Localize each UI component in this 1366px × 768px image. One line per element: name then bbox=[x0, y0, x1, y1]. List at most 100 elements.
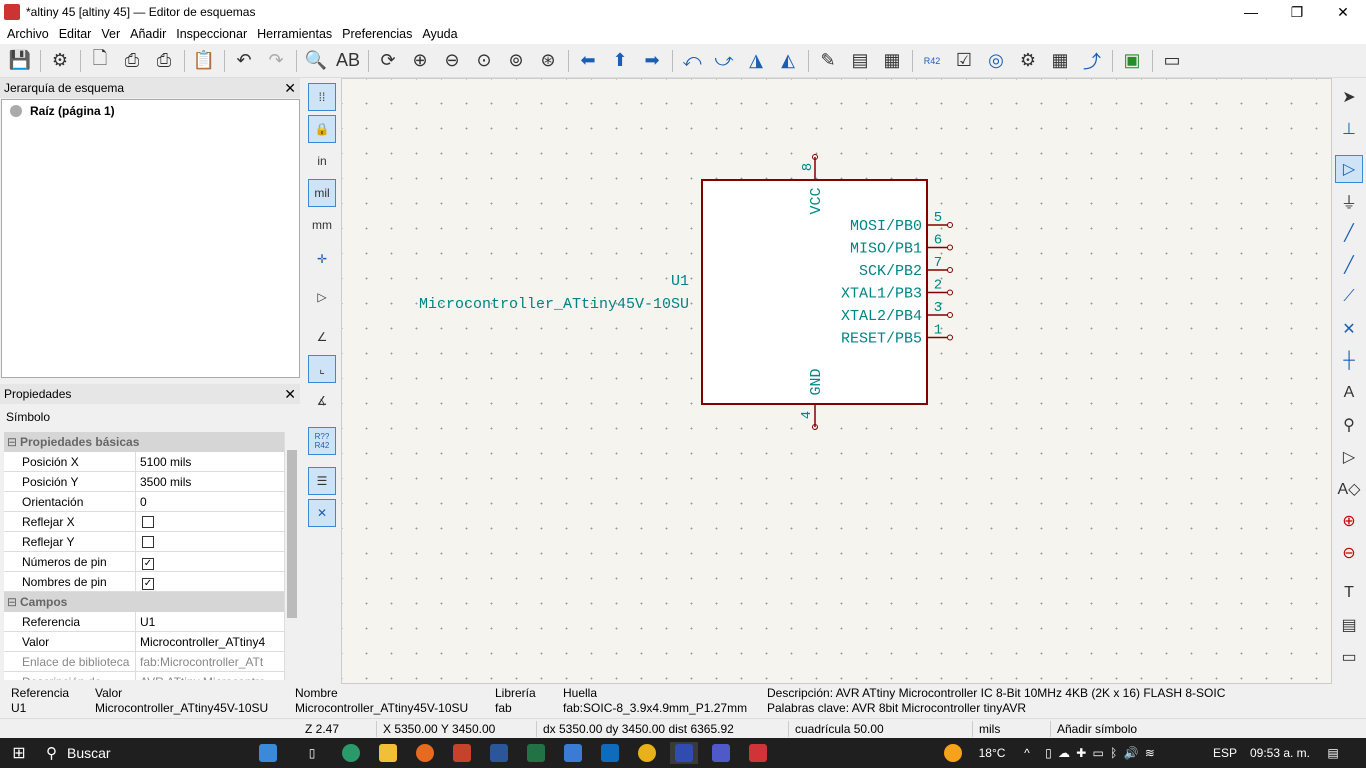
taskbar-search-box[interactable]: ⚲ Buscar bbox=[46, 742, 236, 764]
menu-archivo[interactable]: Archivo bbox=[2, 27, 54, 41]
prop-value-lib-desc[interactable]: AVR ATtiny Microcontro bbox=[136, 672, 284, 680]
symbol-browser-icon[interactable]: ▤ bbox=[844, 46, 876, 76]
refresh-icon[interactable]: ⟳ bbox=[372, 46, 404, 76]
annotate-icon[interactable]: R42 bbox=[916, 46, 948, 76]
pin-endpoint[interactable] bbox=[947, 312, 953, 318]
navigate-back-icon[interactable]: ⬅ bbox=[572, 46, 604, 76]
paste-icon[interactable]: 📋 bbox=[188, 46, 220, 76]
pin-endpoint[interactable] bbox=[947, 289, 953, 296]
onedrive-icon[interactable]: ☁ bbox=[1058, 746, 1070, 760]
group-fields[interactable]: ⊟ Campos bbox=[4, 592, 284, 612]
firefox-icon[interactable] bbox=[414, 742, 436, 764]
prop-value-reference[interactable]: U1 bbox=[136, 612, 284, 631]
pin-endpoint[interactable] bbox=[947, 222, 953, 228]
close-button[interactable]: ✕ bbox=[1320, 0, 1366, 24]
navigate-up-icon[interactable]: ⬆ bbox=[604, 46, 636, 76]
page-settings-icon[interactable]: 🗋 bbox=[84, 46, 116, 76]
add-wire-icon[interactable]: ╱ bbox=[1335, 219, 1363, 247]
line-mode-free-icon[interactable]: ∠ bbox=[308, 323, 336, 351]
add-rectangle-icon[interactable]: ▭ bbox=[1335, 643, 1363, 671]
menu-herramientas[interactable]: Herramientas bbox=[252, 27, 337, 41]
add-power-icon[interactable]: ⏚ bbox=[1335, 187, 1363, 215]
task-view-icon[interactable]: ▯ bbox=[302, 742, 322, 764]
pin-endpoint[interactable] bbox=[947, 334, 953, 341]
battery-icon[interactable]: ▭ bbox=[1093, 746, 1104, 760]
erc-icon[interactable]: ☑ bbox=[948, 46, 980, 76]
windows-start-icon[interactable]: ⊞ bbox=[8, 742, 30, 764]
pcb-editor-icon[interactable]: ▣ bbox=[1116, 46, 1148, 76]
prop-value-lib-link[interactable]: fab:Microcontroller_ATt bbox=[136, 652, 284, 671]
powerpoint-icon[interactable] bbox=[451, 742, 473, 764]
add-sheet-icon[interactable]: ⊕ bbox=[1335, 507, 1363, 535]
tray-chevron-icon[interactable]: ^ bbox=[1018, 742, 1036, 764]
hidden-pins-icon[interactable]: ▷ bbox=[308, 283, 336, 311]
zoom-selection-icon[interactable]: ⊛ bbox=[532, 46, 564, 76]
volume-icon[interactable]: 🔊 bbox=[1124, 746, 1139, 760]
app-icon[interactable] bbox=[747, 742, 769, 764]
mirror-vertical-icon[interactable]: ◮ bbox=[740, 46, 772, 76]
generate-bom-icon[interactable]: ⤴ bbox=[1076, 46, 1108, 76]
usb-icon[interactable]: ▯ bbox=[1045, 746, 1052, 760]
excel-icon[interactable] bbox=[525, 742, 547, 764]
teams-icon[interactable] bbox=[710, 742, 732, 764]
schematic-canvas[interactable]: 8 VCC 4 GND 5 MOSI/PB0 6 MISO/PB1 7 SCK/PB2 2 X… bbox=[341, 78, 1332, 684]
rotate-ccw-icon[interactable]: ⤺ bbox=[676, 46, 708, 76]
add-hierarchical-label-icon[interactable]: A◇ bbox=[1335, 475, 1363, 503]
save-icon[interactable]: 💾 bbox=[4, 46, 36, 76]
bluetooth-icon[interactable]: ᛒ bbox=[1110, 746, 1117, 760]
pin-names-checkbox[interactable]: ✓ bbox=[142, 578, 154, 590]
prop-value-pos-y[interactable]: 3500 mils bbox=[136, 472, 284, 491]
collapse-icon[interactable]: ⊟ bbox=[4, 435, 20, 449]
assign-footprints-icon[interactable]: ⚙ bbox=[1012, 46, 1044, 76]
weather-temperature[interactable]: 18°C bbox=[972, 742, 1012, 764]
hierarchy-close-icon[interactable]: ✕ bbox=[284, 80, 296, 97]
annotation-icon[interactable]: R?? R42 bbox=[308, 427, 336, 455]
zoom-objects-icon[interactable]: ⊚ bbox=[500, 46, 532, 76]
add-symbol-icon[interactable]: ▷ bbox=[1335, 155, 1363, 183]
cursor-crosshair-icon[interactable]: ✛ bbox=[308, 245, 336, 273]
grid-lock-icon[interactable]: 🔒 bbox=[308, 115, 336, 143]
prop-value-pos-x[interactable]: 5100 mils bbox=[136, 452, 284, 471]
properties-close-icon[interactable]: ✕ bbox=[284, 386, 296, 403]
maximize-button[interactable]: ❐ bbox=[1274, 0, 1320, 24]
pin-endpoint[interactable] bbox=[947, 267, 953, 273]
find-replace-icon[interactable]: AB bbox=[332, 46, 364, 76]
symbol-editor-icon[interactable]: ✎ bbox=[812, 46, 844, 76]
wifi-icon[interactable]: ≋ bbox=[1145, 746, 1155, 760]
line-mode-45-icon[interactable]: ∡ bbox=[308, 387, 336, 415]
prop-value-value[interactable]: Microcontroller_ATtiny4 bbox=[136, 632, 284, 651]
notifications-icon[interactable]: ▤ bbox=[1322, 742, 1344, 764]
prop-value-orientation[interactable]: 0 bbox=[136, 492, 284, 511]
bus-entry-icon[interactable]: ⟋ bbox=[1335, 283, 1363, 311]
scripting-console-icon[interactable]: ▭ bbox=[1156, 46, 1188, 76]
add-junction-icon[interactable]: ┼ bbox=[1335, 347, 1363, 375]
mirror-y-checkbox[interactable] bbox=[142, 536, 154, 548]
units-inches-button[interactable]: in bbox=[308, 147, 336, 175]
highlight-net-icon[interactable]: ⊥ bbox=[1335, 115, 1363, 143]
minimize-button[interactable]: — bbox=[1228, 0, 1274, 24]
system-tray-icons[interactable]: ▯ ☁ ✚ ▭ ᛒ 🔊 ≋ bbox=[1042, 742, 1158, 764]
grid-toggle-icon[interactable]: ⁞⁞ bbox=[308, 83, 336, 111]
redo-icon[interactable]: ↷ bbox=[260, 46, 292, 76]
pin-endpoint[interactable] bbox=[947, 244, 953, 251]
menu-inspeccionar[interactable]: Inspeccionar bbox=[171, 27, 252, 41]
properties-panel-toggle-icon[interactable]: ✕ bbox=[308, 499, 336, 527]
word-icon[interactable] bbox=[488, 742, 510, 764]
bom-table-icon[interactable]: ▦ bbox=[1044, 46, 1076, 76]
units-mils-button[interactable]: mil bbox=[308, 179, 336, 207]
add-textbox-icon[interactable]: ▤ bbox=[1335, 611, 1363, 639]
navigate-forward-icon[interactable]: ➡ bbox=[636, 46, 668, 76]
footprint-editor-icon[interactable]: ▦ bbox=[876, 46, 908, 76]
add-global-label-icon[interactable]: ▷ bbox=[1335, 443, 1363, 471]
menu-anadir[interactable]: Añadir bbox=[125, 27, 171, 41]
group-basic-properties[interactable]: ⊟ Propiedades básicas bbox=[4, 432, 284, 452]
rotate-cw-icon[interactable]: ⤻ bbox=[708, 46, 740, 76]
zoom-in-icon[interactable]: ⊕ bbox=[404, 46, 436, 76]
add-text-icon[interactable]: T bbox=[1335, 579, 1363, 607]
chrome-icon[interactable] bbox=[636, 742, 658, 764]
import-sheet-pin-icon[interactable]: ⊖ bbox=[1335, 539, 1363, 567]
weather-icon[interactable] bbox=[942, 742, 964, 764]
zoom-fit-icon[interactable]: ⊙ bbox=[468, 46, 500, 76]
symbol-reference[interactable]: U1 bbox=[671, 273, 689, 290]
add-bus-icon[interactable]: ╱ bbox=[1335, 251, 1363, 279]
